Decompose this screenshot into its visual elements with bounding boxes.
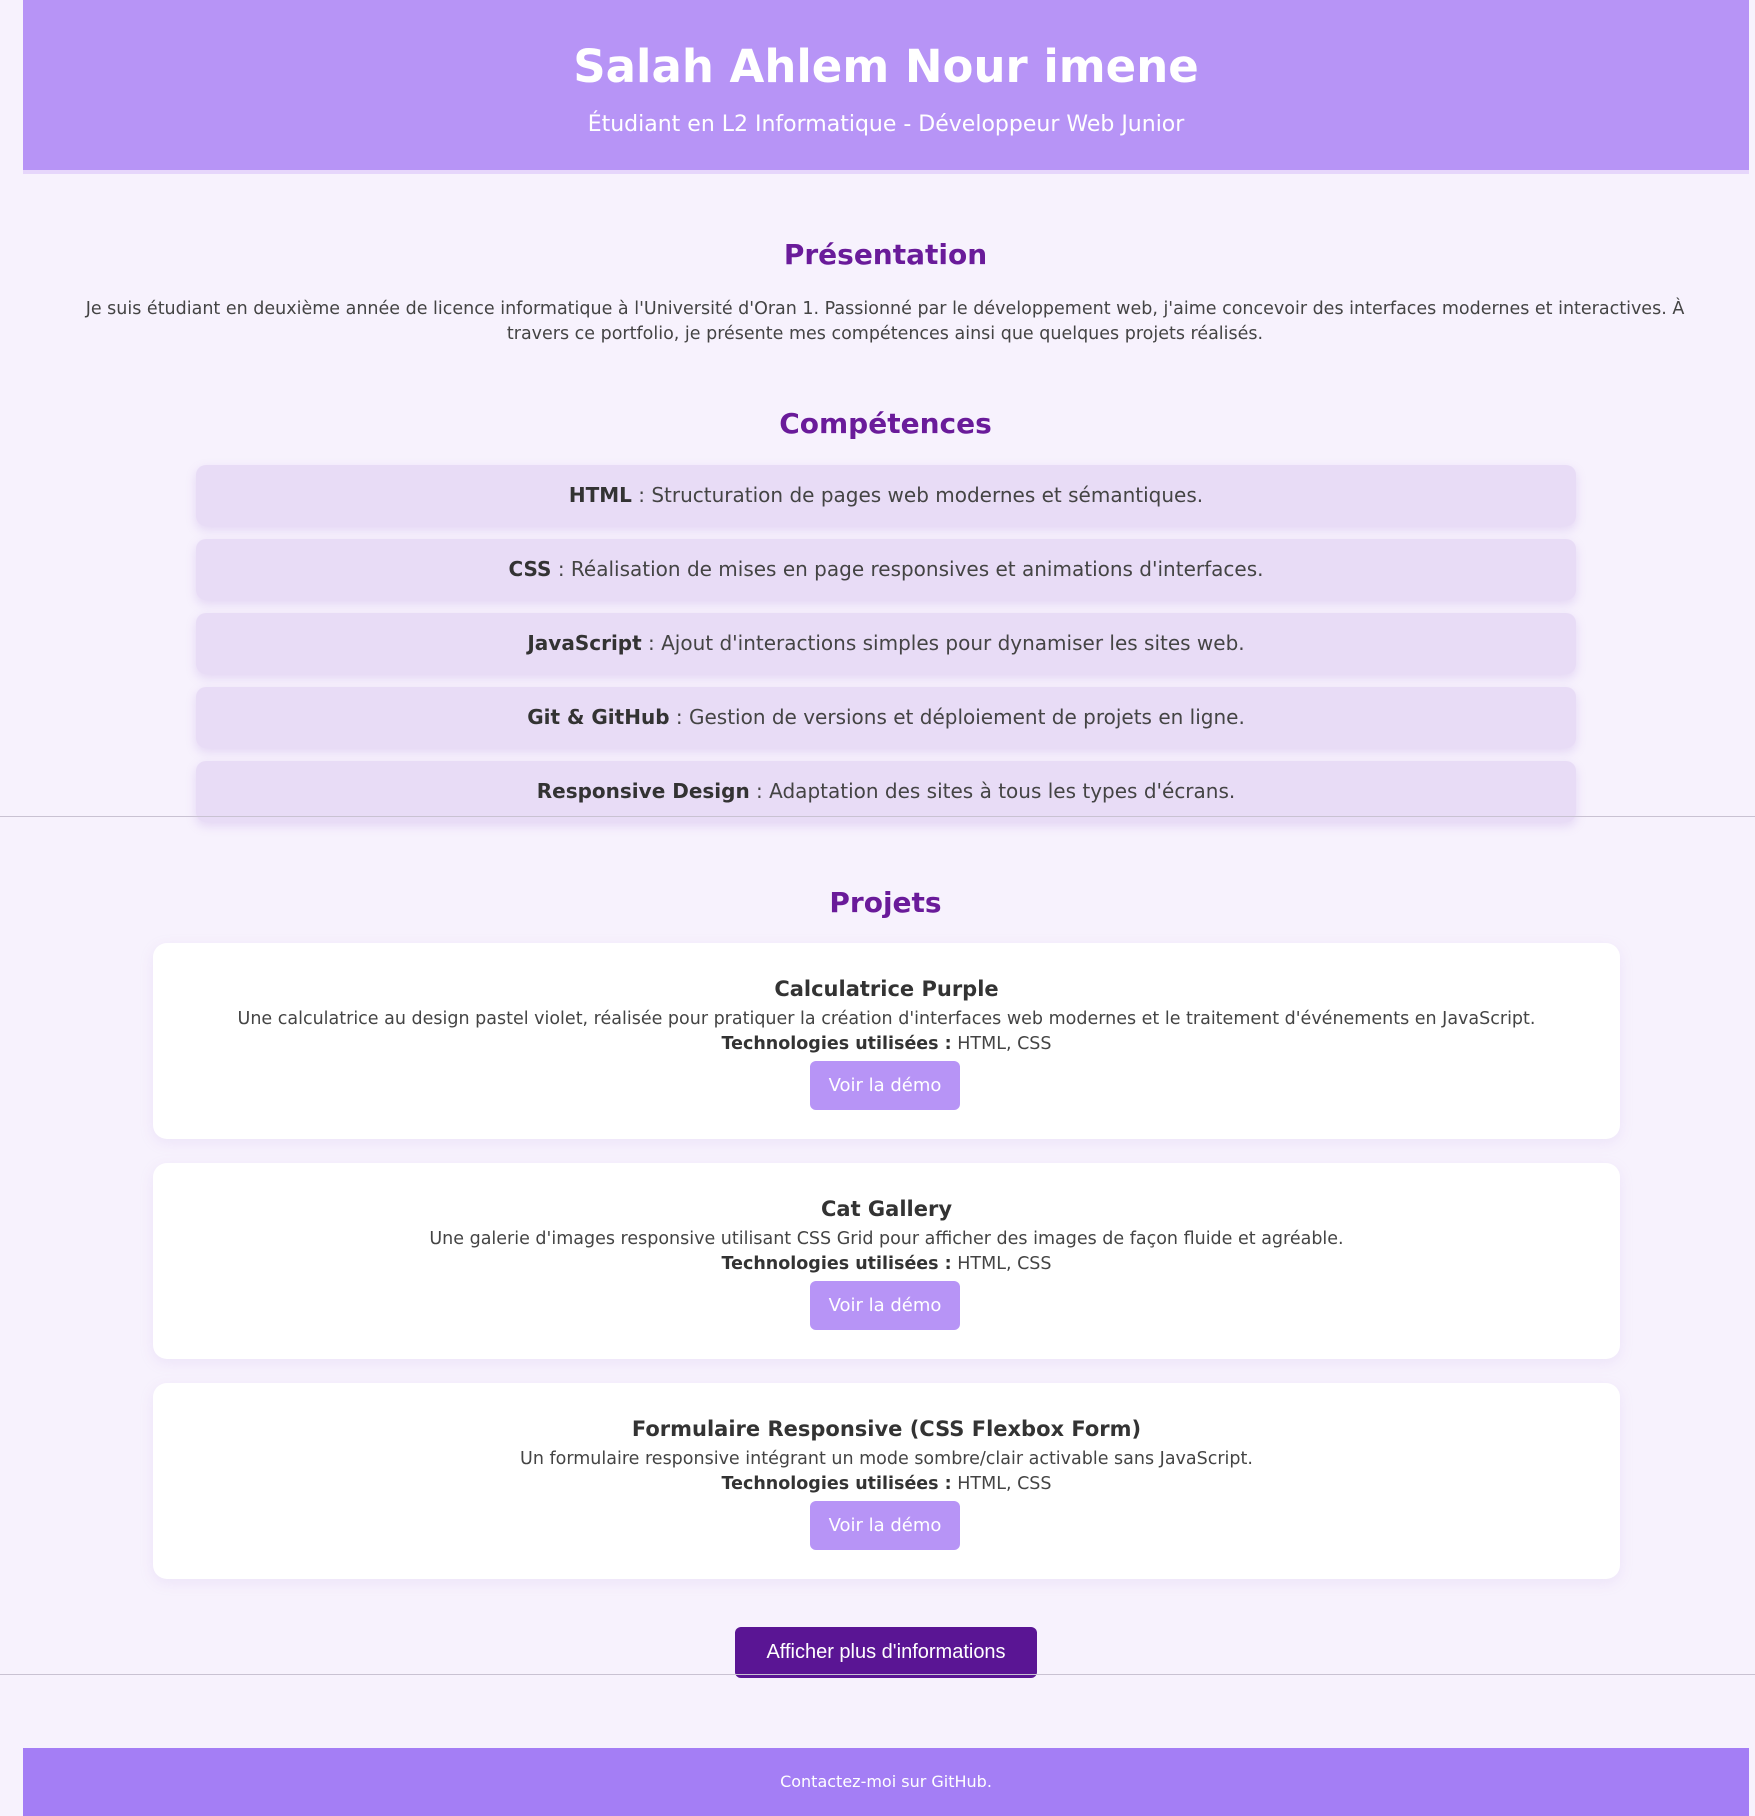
skill-desc: : Réalisation de mises en page responsiv… [551, 557, 1264, 581]
skill-item-css: CSS : Réalisation de mises en page respo… [196, 539, 1576, 600]
skill-desc: : Structuration de pages web modernes et… [631, 483, 1204, 507]
footer-text: Contactez-moi sur GitHub. [780, 1772, 992, 1791]
portfolio-page: Salah Ahlem Nour imene Étudiant en L2 In… [0, 0, 1755, 1816]
tech-label: Technologies utilisées : [721, 1034, 952, 1054]
skill-desc: : Adaptation des sites à tous les types … [749, 779, 1236, 803]
tech-label: Technologies utilisées : [721, 1474, 952, 1494]
skill-item-responsive: Responsive Design : Adaptation des sites… [196, 761, 1576, 822]
skill-name: Git & GitHub [527, 705, 670, 729]
site-header: Salah Ahlem Nour imene Étudiant en L2 In… [23, 0, 1749, 174]
demo-button[interactable]: Voir la démo [810, 1061, 960, 1110]
tech-list: HTML, CSS [951, 1034, 1052, 1054]
tech-label: Technologies utilisées : [721, 1254, 952, 1274]
project-card-calculatrice: Calculatrice Purple Une calculatrice au … [153, 943, 1620, 1139]
skill-name: CSS [508, 557, 552, 581]
skills-list: HTML : Structuration de pages web modern… [196, 465, 1576, 835]
page-subtitle: Étudiant en L2 Informatique - Développeu… [587, 112, 1185, 137]
project-description: Une calculatrice au design pastel violet… [237, 1009, 1536, 1029]
section-divider [0, 816, 1755, 817]
skill-desc: : Ajout d'interactions simples pour dyna… [641, 631, 1245, 655]
skill-item-git: Git & GitHub : Gestion de versions et dé… [196, 687, 1576, 748]
tech-list: HTML, CSS [951, 1474, 1052, 1494]
skills-title: Compétences [779, 407, 992, 440]
project-card-formulaire: Formulaire Responsive (CSS Flexbox Form)… [153, 1383, 1620, 1579]
demo-button[interactable]: Voir la démo [810, 1501, 960, 1550]
project-description: Une galerie d'images responsive utilisan… [429, 1229, 1344, 1249]
skill-name: Responsive Design [536, 779, 750, 803]
tech-list: HTML, CSS [951, 1254, 1052, 1274]
skill-item-javascript: JavaScript : Ajout d'interactions simple… [196, 613, 1576, 674]
site-footer: Contactez-moi sur GitHub. [23, 1748, 1749, 1816]
skill-desc: : Gestion de versions et déploiement de … [669, 705, 1245, 729]
presentation-title: Présentation [783, 238, 988, 271]
demo-button[interactable]: Voir la démo [810, 1281, 960, 1330]
projects-title: Projets [829, 886, 942, 919]
page-title: Salah Ahlem Nour imene [573, 40, 1199, 93]
skill-name: JavaScript [527, 631, 642, 655]
project-title: Formulaire Responsive (CSS Flexbox Form) [631, 1417, 1142, 1441]
show-more-button[interactable]: Afficher plus d'informations [735, 1627, 1037, 1678]
project-tech: Technologies utilisées : HTML, CSS [153, 1474, 1620, 1494]
skill-item-html: HTML : Structuration de pages web modern… [196, 465, 1576, 526]
project-tech: Technologies utilisées : HTML, CSS [153, 1034, 1620, 1054]
section-divider [0, 1674, 1755, 1675]
project-title: Calculatrice Purple [774, 977, 999, 1001]
project-tech: Technologies utilisées : HTML, CSS [153, 1254, 1620, 1274]
project-title: Cat Gallery [820, 1197, 953, 1221]
skill-name: HTML [568, 483, 632, 507]
project-card-cat-gallery: Cat Gallery Une galerie d'images respons… [153, 1163, 1620, 1359]
project-description: Un formulaire responsive intégrant un mo… [520, 1449, 1253, 1469]
presentation-text: Je suis étudiant en deuxième année de li… [85, 299, 1685, 344]
